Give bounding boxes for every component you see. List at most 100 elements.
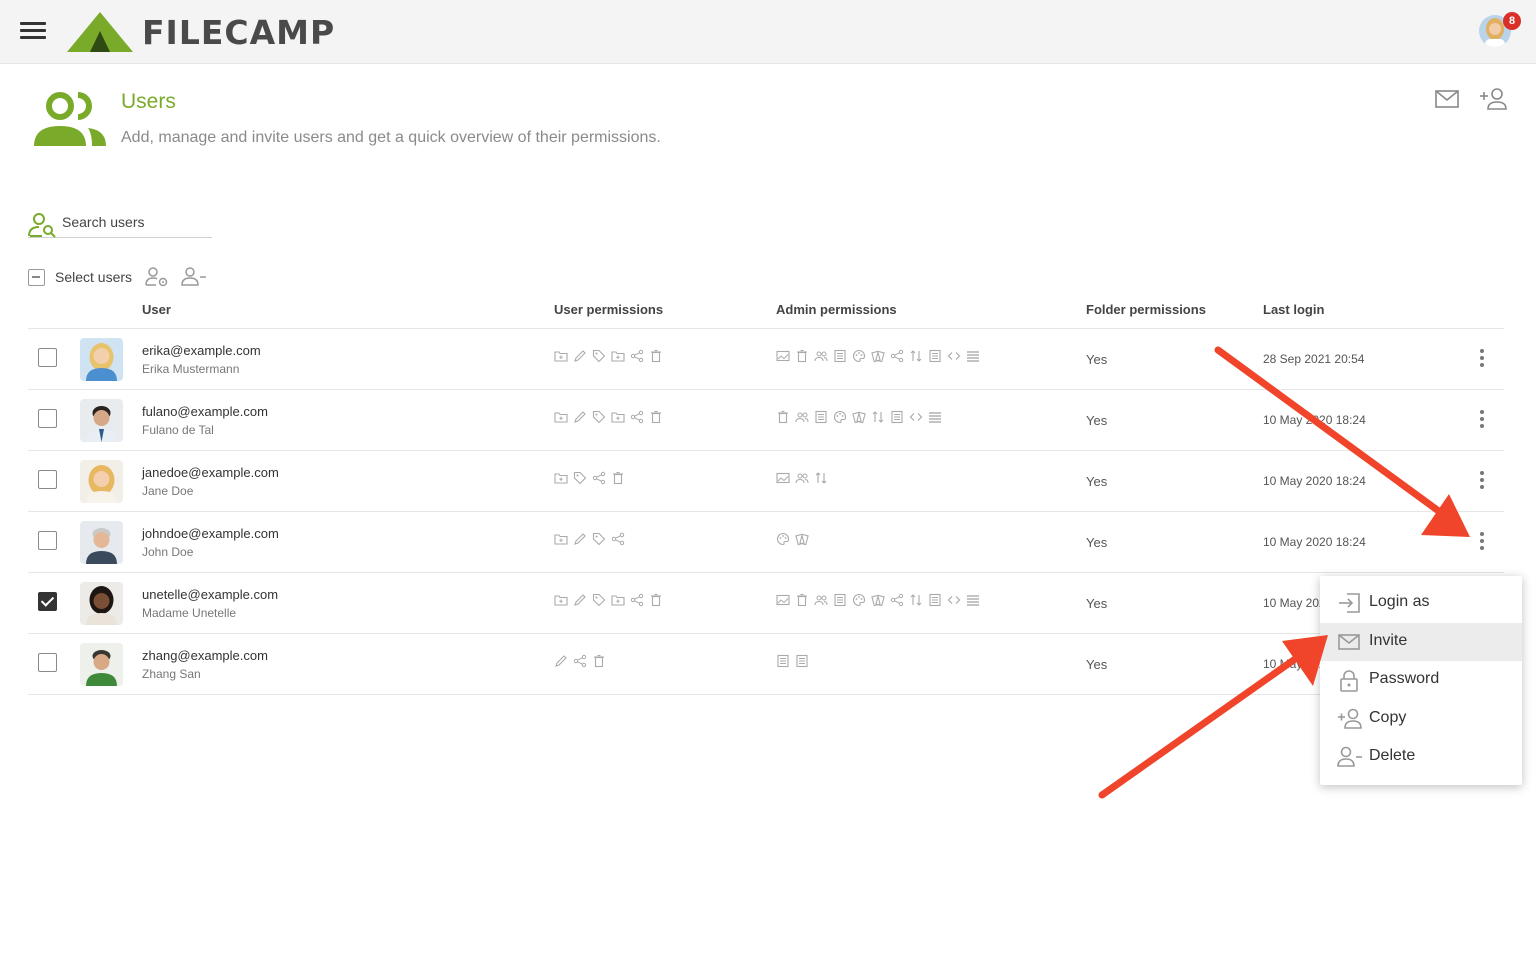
row-checkbox[interactable] xyxy=(38,348,57,367)
transfer-icon xyxy=(871,410,885,424)
last-login-value: 10 May 2020 18:24 xyxy=(1263,535,1366,549)
avatar xyxy=(80,582,123,625)
user-permissions xyxy=(554,471,625,485)
row-checkbox[interactable] xyxy=(38,592,57,611)
menu-item-copy[interactable]: Copy xyxy=(1320,700,1522,738)
document-icon xyxy=(814,410,828,424)
menu-item-login-as[interactable]: Login as xyxy=(1320,584,1522,622)
search-user-icon xyxy=(28,213,56,238)
share-icon xyxy=(630,410,644,424)
user-settings-icon[interactable] xyxy=(144,266,170,288)
folder-add-icon xyxy=(554,349,568,363)
user-email[interactable]: janedoe@example.com xyxy=(142,465,279,480)
last-login-value: 28 Sep 2021 20:54 xyxy=(1263,352,1365,366)
user-permissions xyxy=(554,410,663,424)
edit-icon xyxy=(554,654,568,668)
share-icon xyxy=(890,593,904,607)
folder-add-icon xyxy=(554,410,568,424)
row-menu-button[interactable] xyxy=(1474,530,1490,552)
login-icon xyxy=(1339,593,1360,613)
col-header-folder-permissions: Folder permissions xyxy=(1086,302,1206,317)
tag-icon xyxy=(592,410,606,424)
user-email[interactable]: johndoe@example.com xyxy=(142,526,279,541)
folder-add-icon xyxy=(554,593,568,607)
list-icon xyxy=(928,410,942,424)
row-menu-button[interactable] xyxy=(1474,347,1490,369)
trash-icon xyxy=(649,410,663,424)
invite-mail-icon[interactable] xyxy=(1434,88,1460,110)
col-header-user[interactable]: User xyxy=(142,302,171,317)
table-row[interactable]: erika@example.com Erika Mustermann Yes 2… xyxy=(28,329,1504,390)
users-icon xyxy=(34,92,106,146)
admin-permissions xyxy=(776,593,980,607)
admin-permissions xyxy=(776,471,828,485)
tag-icon xyxy=(592,532,606,546)
avatar xyxy=(80,460,123,503)
row-menu-button[interactable] xyxy=(1474,408,1490,430)
folder-permissions-value: Yes xyxy=(1086,657,1108,672)
user-email[interactable]: fulano@example.com xyxy=(142,404,268,419)
admin-permissions xyxy=(776,349,980,363)
list-icon xyxy=(966,349,980,363)
cards-icon xyxy=(852,410,866,424)
menu-item-label: Password xyxy=(1369,670,1440,687)
filecamp-logo[interactable]: FILECAMP xyxy=(66,10,335,54)
menu-item-label: Login as xyxy=(1369,593,1430,610)
trash-icon xyxy=(795,593,809,607)
code-icon xyxy=(947,593,961,607)
image-icon xyxy=(776,593,790,607)
table-row[interactable]: unetelle@example.com Madame Unetelle Yes… xyxy=(28,573,1504,634)
row-checkbox[interactable] xyxy=(38,531,57,550)
select-all-checkbox[interactable] xyxy=(28,268,45,286)
share-icon xyxy=(890,349,904,363)
code-icon xyxy=(947,349,961,363)
trash-icon xyxy=(776,410,790,424)
user-email[interactable]: erika@example.com xyxy=(142,343,261,358)
col-header-last-login[interactable]: Last login xyxy=(1263,302,1324,317)
share-icon xyxy=(573,654,587,668)
remove-user-icon xyxy=(1337,746,1362,767)
user-email[interactable]: zhang@example.com xyxy=(142,648,268,663)
add-user-icon[interactable] xyxy=(1478,86,1508,112)
trash-icon xyxy=(649,593,663,607)
table-row[interactable]: johndoe@example.com John Doe Yes 10 May … xyxy=(28,512,1504,573)
table-row[interactable]: fulano@example.com Fulano de Tal Yes 10 … xyxy=(28,390,1504,451)
cards-icon xyxy=(871,349,885,363)
menu-item-password[interactable]: Password xyxy=(1320,661,1522,699)
folder-add-icon xyxy=(554,532,568,546)
admin-permissions xyxy=(776,654,809,668)
transfer-icon xyxy=(909,349,923,363)
table-row[interactable]: janedoe@example.com Jane Doe Yes 10 May … xyxy=(28,451,1504,512)
row-menu-button[interactable] xyxy=(1474,469,1490,491)
row-checkbox[interactable] xyxy=(38,653,57,672)
menu-item-delete[interactable]: Delete xyxy=(1320,738,1522,776)
trash-icon xyxy=(611,471,625,485)
user-name: Madame Unetelle xyxy=(142,606,237,620)
row-checkbox[interactable] xyxy=(38,409,57,428)
row-checkbox[interactable] xyxy=(38,470,57,489)
users-icon xyxy=(814,349,828,363)
user-permissions xyxy=(554,593,663,607)
notification-badge[interactable]: 8 xyxy=(1503,12,1521,30)
remove-user-icon[interactable] xyxy=(180,266,208,288)
folder-permissions-value: Yes xyxy=(1086,474,1108,489)
document-icon xyxy=(890,410,904,424)
folder-add-icon xyxy=(554,471,568,485)
last-login-value: 10 May 2020 18:24 xyxy=(1263,413,1366,427)
palette-icon xyxy=(776,532,790,546)
menu-icon[interactable] xyxy=(20,22,46,42)
admin-permissions xyxy=(776,532,809,546)
document-icon xyxy=(833,593,847,607)
user-email[interactable]: unetelle@example.com xyxy=(142,587,278,602)
tag-icon xyxy=(592,349,606,363)
share-icon xyxy=(630,593,644,607)
menu-item-invite[interactable]: Invite xyxy=(1320,623,1522,661)
avatar xyxy=(80,399,123,442)
table-row[interactable]: zhang@example.com Zhang San Yes 10 May 2… xyxy=(28,634,1504,695)
lock-icon xyxy=(1340,670,1358,692)
avatar xyxy=(80,338,123,381)
palette-icon xyxy=(833,410,847,424)
search-input[interactable] xyxy=(62,214,210,230)
tag-icon xyxy=(573,471,587,485)
image-icon xyxy=(776,349,790,363)
